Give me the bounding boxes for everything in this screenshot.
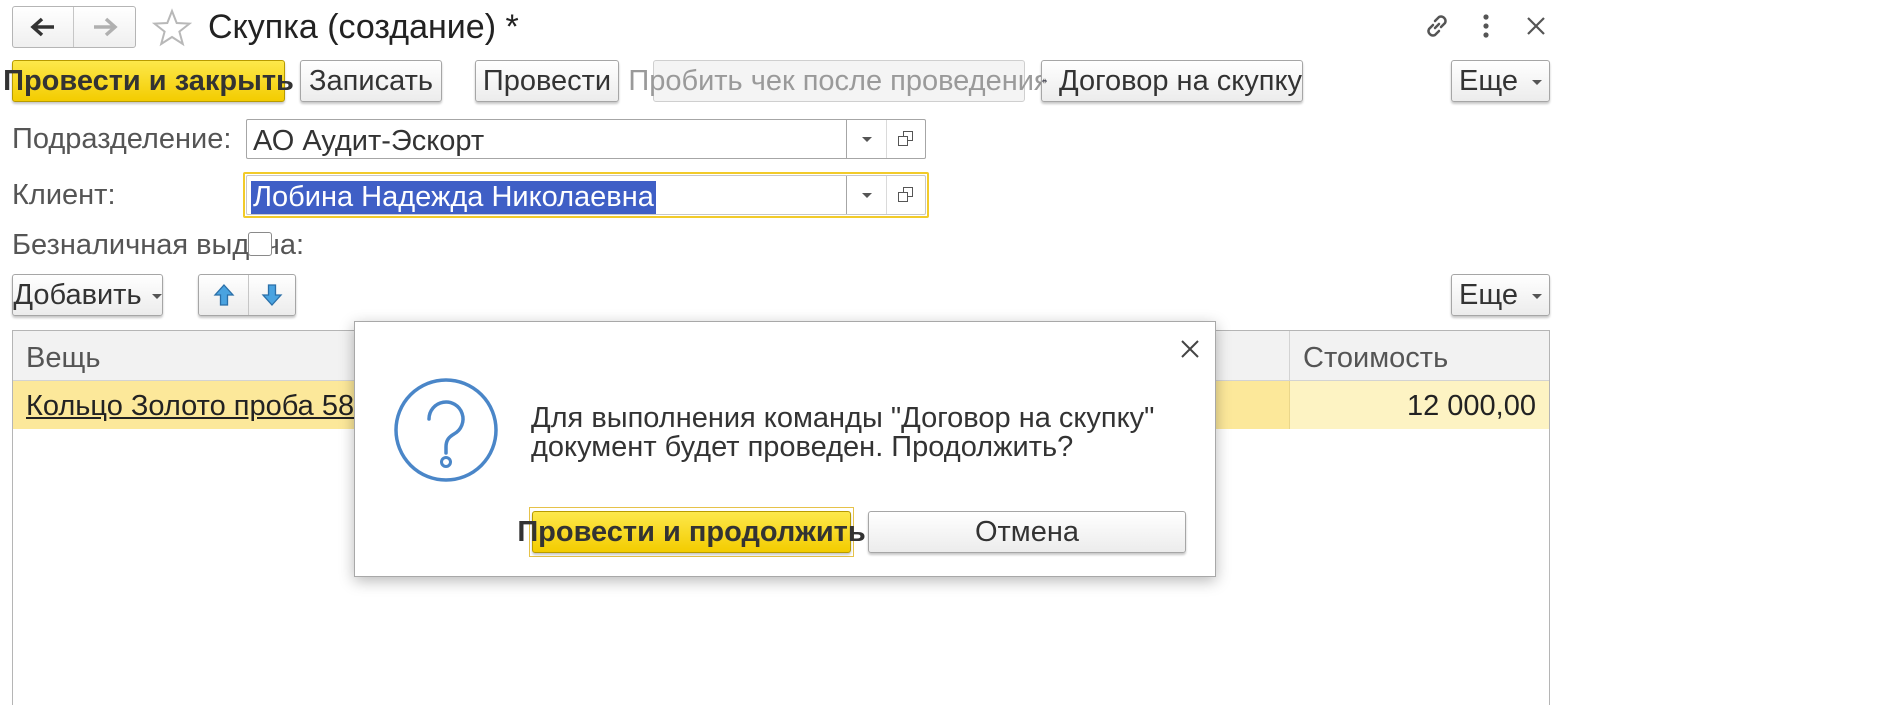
save-button[interactable]: Записать xyxy=(300,60,442,102)
move-buttons-group xyxy=(198,274,296,316)
chevron-down-icon xyxy=(151,294,162,299)
dialog-message-line2: документ будет проведен. Продолжить? xyxy=(531,431,1074,463)
client-label: Клиент: xyxy=(12,179,116,211)
post-and-continue-button[interactable]: Провести и продолжить xyxy=(517,511,866,553)
table-more-button[interactable]: Еще xyxy=(1451,274,1550,316)
column-header-item[interactable]: Вещь xyxy=(26,342,100,375)
department-value: АО Аудит-Эскорт xyxy=(253,125,485,157)
table-more-button-label: Еще xyxy=(1458,278,1518,311)
link-icon[interactable] xyxy=(1422,11,1452,41)
star-icon[interactable] xyxy=(152,8,192,48)
open-icon xyxy=(898,187,914,203)
arrow-up-icon xyxy=(213,284,234,306)
arrow-left-icon xyxy=(30,17,54,37)
arrow-down-icon xyxy=(261,284,283,306)
row-cost-value: 12 000,00 xyxy=(1406,390,1536,422)
chevron-down-icon xyxy=(1532,294,1542,299)
move-up-button[interactable] xyxy=(199,275,249,315)
department-open-button[interactable] xyxy=(886,120,925,158)
open-icon xyxy=(898,131,914,147)
page-title: Скупка (создание) * xyxy=(208,8,519,46)
contract-button[interactable]: Договор на скупку xyxy=(1041,60,1303,102)
client-field[interactable]: Лобина Надежда Николаевна xyxy=(246,175,926,215)
department-label: Подразделение: xyxy=(12,123,232,155)
row-cost-cell: 12 000,00 xyxy=(1289,381,1549,429)
add-button-label: Добавить xyxy=(13,278,142,311)
more-vertical-icon[interactable] xyxy=(1476,12,1496,40)
confirm-dialog: Для выполнения команды "Договор на скупк… xyxy=(354,321,1216,577)
department-dropdown-button[interactable] xyxy=(846,120,887,158)
close-icon[interactable] xyxy=(1525,15,1547,37)
printer-icon xyxy=(1042,78,1047,84)
move-down-button[interactable] xyxy=(249,275,295,315)
post-button[interactable]: Провести xyxy=(475,60,619,102)
more-button-label: Еще xyxy=(1458,64,1518,97)
add-button[interactable]: Добавить xyxy=(12,274,163,316)
print-receipt-button[interactable]: Пробить чек после проведения xyxy=(628,60,1050,102)
column-divider xyxy=(1289,331,1290,381)
chevron-down-icon xyxy=(862,192,872,198)
client-open-button[interactable] xyxy=(886,176,925,214)
client-value: Лобина Надежда Николаевна xyxy=(251,181,656,214)
department-field[interactable]: АО Аудит-Эскорт xyxy=(246,119,926,159)
forward-button[interactable] xyxy=(74,7,135,47)
column-header-cost[interactable]: Стоимость xyxy=(1303,342,1448,375)
post-and-close-button[interactable]: Провести и закрыть xyxy=(3,60,294,102)
back-button[interactable] xyxy=(13,7,74,47)
chevron-down-icon xyxy=(862,136,872,142)
chevron-down-icon xyxy=(1532,80,1542,85)
cashless-checkbox[interactable] xyxy=(248,232,272,256)
dialog-close-icon[interactable] xyxy=(1180,339,1200,359)
nav-group xyxy=(12,6,136,48)
client-dropdown-button[interactable] xyxy=(846,176,887,214)
question-icon xyxy=(394,378,498,482)
contract-button-label: Договор на скупку xyxy=(1059,64,1302,97)
arrow-right-icon xyxy=(93,17,118,37)
more-button[interactable]: Еще xyxy=(1451,60,1550,102)
cancel-button[interactable]: Отмена xyxy=(868,511,1186,553)
